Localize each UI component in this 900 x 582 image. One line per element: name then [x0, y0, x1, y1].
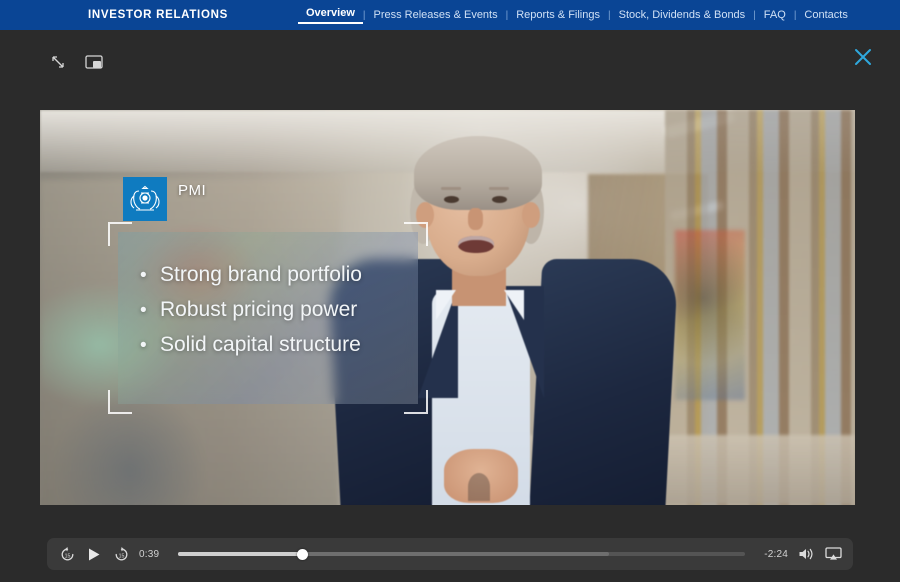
frame-bracket-bottom-left: [108, 390, 132, 414]
video-modal-overlay: PMI Strong brand portfolio Robust pricin…: [0, 30, 900, 582]
video-controls-bar: 15 15 0:39 -2:24: [47, 538, 853, 570]
nav-item-press-releases-events[interactable]: Press Releases & Events: [366, 9, 506, 21]
frame-bracket-top-left: [108, 222, 132, 246]
play-icon[interactable]: [85, 545, 103, 563]
presenter-eyebrow: [489, 187, 509, 190]
svg-text:15: 15: [64, 553, 70, 559]
nav-item-contacts[interactable]: Contacts: [796, 9, 855, 21]
nav-item-stock-dividends-bonds[interactable]: Stock, Dividends & Bonds: [611, 9, 754, 21]
presenter-jacket-right: [529, 259, 679, 505]
presenter-ear: [522, 202, 540, 228]
frame-bracket-bottom-right: [404, 390, 428, 414]
forward-15-icon[interactable]: 15: [112, 545, 130, 563]
brand-title: INVESTOR RELATIONS: [88, 9, 228, 21]
pmi-logo-badge: [123, 177, 167, 221]
modal-top-left-controls: [48, 52, 104, 72]
presenter-collar-right: [504, 290, 524, 320]
pmi-crest-icon: [128, 184, 162, 214]
video-bullets-overlay: Strong brand portfolio Robust pricing po…: [108, 222, 428, 414]
presenter-hair: [414, 136, 542, 210]
remaining-time-label: -2:24: [764, 548, 788, 560]
presenter-hands-gap: [468, 473, 490, 501]
presenter-nose: [468, 208, 483, 230]
video-bullet-item: Strong brand portfolio: [140, 258, 418, 293]
nav-item-faq[interactable]: FAQ: [756, 9, 794, 21]
pmi-logo-label: PMI: [178, 182, 207, 199]
volume-icon[interactable]: [797, 545, 815, 563]
nav-item-overview[interactable]: Overview: [297, 7, 363, 24]
diagonal-resize-icon[interactable]: [48, 52, 68, 72]
scene-wall-art-accent: [675, 230, 745, 400]
presenter-eye: [492, 196, 507, 203]
rewind-15-icon[interactable]: 15: [58, 545, 76, 563]
frame-bracket-top-right: [404, 222, 428, 246]
nav-links: Overview | Press Releases & Events | Rep…: [297, 7, 856, 24]
presenter-collar-left: [436, 290, 456, 320]
presenter-mouth: [458, 236, 494, 253]
nav-item-reports-filings[interactable]: Reports & Filings: [508, 9, 608, 21]
presenter-eye: [444, 196, 459, 203]
played-range: [178, 552, 303, 556]
progress-scrubber[interactable]: [178, 548, 745, 560]
scrubber-handle[interactable]: [297, 548, 309, 560]
presenter-eyebrow: [441, 187, 461, 190]
video-bullets-list: Strong brand portfolio Robust pricing po…: [118, 232, 418, 363]
close-icon[interactable]: [848, 42, 878, 72]
top-navigation-bar: INVESTOR RELATIONS Overview | Press Rele…: [0, 0, 900, 30]
airplay-icon[interactable]: [824, 545, 842, 563]
picture-in-picture-icon[interactable]: [84, 52, 104, 72]
video-player-surface[interactable]: PMI Strong brand portfolio Robust pricin…: [40, 110, 855, 505]
video-bullet-item: Robust pricing power: [140, 293, 418, 328]
video-bullet-item: Solid capital structure: [140, 328, 418, 363]
svg-text:15: 15: [118, 553, 124, 559]
current-time-label: 0:39: [139, 548, 160, 560]
